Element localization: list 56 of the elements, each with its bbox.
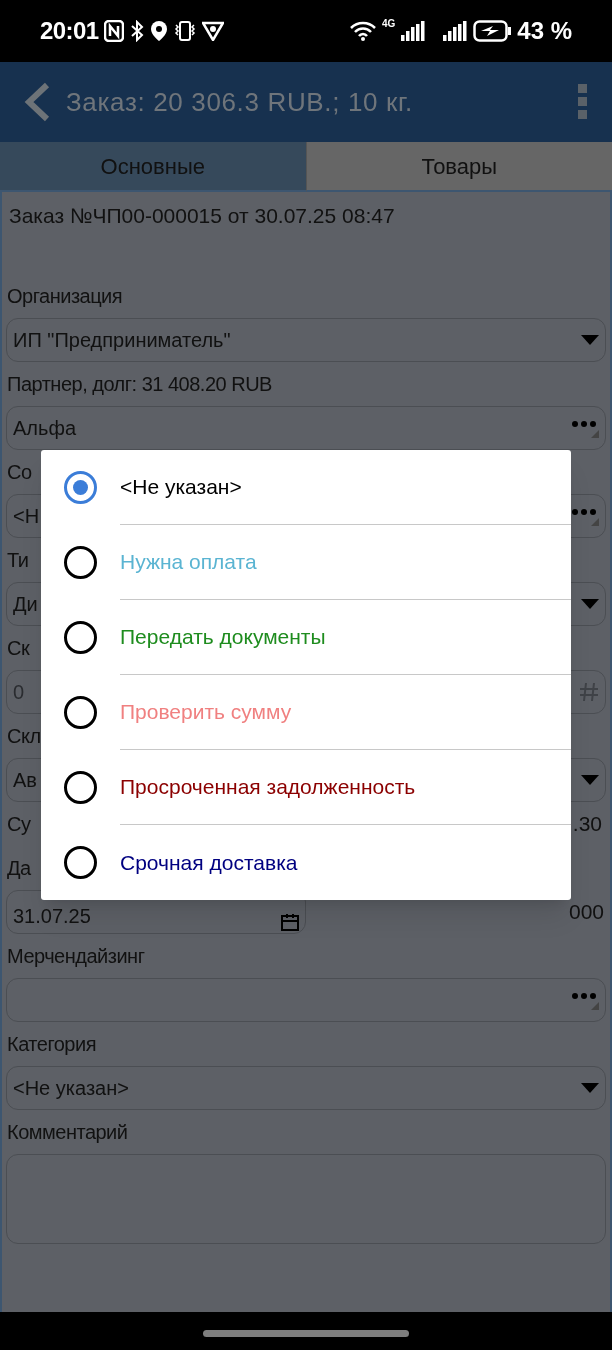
calendar-icon [281,913,299,931]
field-label: Комментарий [7,1120,128,1145]
field-label: Со [7,460,32,485]
field-label: Ти [7,548,29,573]
radio-button[interactable] [64,771,97,804]
radio-button[interactable] [64,696,97,729]
order-title: Заказ №ЧП00-000015 от 30.07.25 08:47 [9,203,395,230]
dropdown-arrow-icon [581,599,599,609]
network-type: 4G [381,19,396,29]
signal-icon [443,21,468,41]
dropdown-arrow-icon [581,775,599,785]
clock-time: 20:01 [40,16,99,46]
field-label: Су [7,812,31,837]
option-label[interactable]: Срочная доставка [120,846,298,879]
more-dots-icon [571,990,599,1010]
tab[interactable]: Товары [305,142,612,192]
wifi-icon [349,21,376,41]
option-label[interactable]: Передать документы [120,621,326,653]
option-label[interactable]: Проверить сумму [120,696,292,728]
dropdown-field[interactable]: <Не указан> [6,1066,606,1110]
option-label[interactable]: Нужна оплата [120,546,257,578]
field-value: .30 [572,811,602,838]
bluetooth-icon [130,20,145,42]
battery-charging-icon [473,20,512,42]
radio-button[interactable] [64,846,97,879]
vibrate-icon [174,20,197,42]
field-label: Категория [7,1032,96,1057]
more-menu-icon[interactable] [578,84,588,120]
hash-icon [579,682,599,702]
picker-field[interactable] [6,978,606,1022]
window-title: Заказ: 20 306.3 RUB.; 10 кг. [66,85,414,119]
radio-button[interactable] [64,621,97,654]
option-label[interactable]: Просроченная задолженность [120,771,416,803]
field-label: Партнер, долг: 31 408.20 RUB [7,372,272,397]
field-label: Скл [7,724,41,749]
battery-percent: 43 % [517,16,572,46]
field-label: Организация [7,284,123,309]
radio-button[interactable] [64,546,97,579]
field-value: 000 [568,899,604,926]
picker-field[interactable]: Альфа [6,406,606,450]
dropdown-arrow-icon [581,335,599,345]
field-label: Ск [7,636,30,661]
shield-icon [202,21,225,41]
field-label: Мерчендайзинг [7,944,145,969]
radio-button[interactable] [64,471,97,504]
back-icon[interactable] [24,82,50,122]
more-dots-icon [571,418,599,438]
nfc-icon [104,20,125,42]
tab[interactable]: Основные [0,142,306,192]
field-label: Да [7,856,31,881]
more-dots-icon [571,506,599,526]
option-label[interactable]: <Не указан> [120,471,242,503]
signal-icon [401,21,426,41]
dropdown-arrow-icon [581,1083,599,1093]
dropdown-field[interactable]: ИП "Предприниматель" [6,318,606,362]
location-pin-icon [150,20,169,42]
